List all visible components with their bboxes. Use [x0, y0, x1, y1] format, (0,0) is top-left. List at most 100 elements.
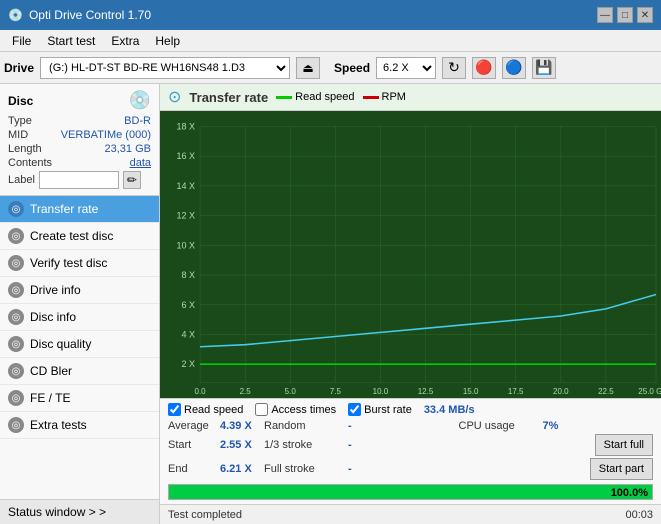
read-speed-checkbox-label[interactable]: Read speed [168, 403, 243, 416]
nav-transfer-rate[interactable]: ◎ Transfer rate [0, 196, 159, 223]
svg-text:10.0: 10.0 [373, 387, 389, 396]
svg-text:20.0: 20.0 [553, 387, 569, 396]
chart-title: Transfer rate [189, 90, 268, 105]
speed-select[interactable]: 6.2 X Max 4 X 2 X [376, 57, 436, 79]
nav-fe-te[interactable]: ◎ FE / TE [0, 385, 159, 412]
start-full-button[interactable]: Start full [595, 434, 653, 456]
status-window-label: Status window > > [8, 505, 106, 519]
start-part-button[interactable]: Start part [590, 458, 653, 480]
svg-text:6 X: 6 X [182, 300, 196, 310]
nav-verify-test-disc[interactable]: ◎ Verify test disc [0, 250, 159, 277]
stats-row-3: End 6.21 X Full stroke - Start part [168, 458, 653, 480]
transfer-rate-chart: 18 X 16 X 14 X 12 X 10 X 8 X 6 X 4 X 2 X… [160, 111, 661, 398]
svg-text:15.0: 15.0 [463, 387, 479, 396]
svg-text:16 X: 16 X [177, 151, 196, 161]
menu-start-test[interactable]: Start test [39, 32, 103, 50]
disc-title: Disc [8, 94, 33, 108]
progress-text: 100.0% [611, 485, 648, 501]
nav-disc-quality-label: Disc quality [30, 337, 91, 351]
progress-bar-fill [169, 485, 652, 499]
cpu-value: 7% [543, 420, 559, 432]
disc-icon: 💿 [129, 90, 151, 111]
nav-disc-info-label: Disc info [30, 310, 76, 324]
nav-verify-test-label: Verify test disc [30, 256, 107, 270]
mid-value: VERBATIMe (000) [61, 129, 151, 141]
random-label: Random [264, 420, 344, 432]
svg-text:0.0: 0.0 [195, 387, 207, 396]
svg-text:17.5: 17.5 [508, 387, 524, 396]
nav-drive-info[interactable]: ◎ Drive info [0, 277, 159, 304]
burst-rate-checkbox-label[interactable]: Burst rate [348, 403, 412, 416]
average-label: Average [168, 420, 216, 432]
nav-cd-bler-label: CD Bler [30, 364, 72, 378]
random-value: - [348, 420, 378, 432]
svg-text:18 X: 18 X [177, 121, 196, 131]
main-layout: Disc 💿 Type BD-R MID VERBATIMe (000) Len… [0, 84, 661, 524]
read-speed-cb-label: Read speed [184, 404, 243, 416]
svg-text:4 X: 4 X [182, 329, 196, 339]
svg-text:14 X: 14 X [177, 181, 196, 191]
burst-rate-cb-label: Burst rate [364, 404, 412, 416]
save-icon-button[interactable]: 💾 [532, 57, 556, 79]
nav-create-test-label: Create test disc [30, 229, 113, 243]
nav-cd-bler[interactable]: ◎ CD Bler [0, 358, 159, 385]
nav-create-test-disc[interactable]: ◎ Create test disc [0, 223, 159, 250]
read-speed-legend-label: Read speed [295, 91, 354, 103]
svg-text:8 X: 8 X [182, 270, 196, 280]
disc-quality-icon: ◎ [8, 336, 24, 352]
info-icon-button[interactable]: 🔵 [502, 57, 526, 79]
stats-row-2: Start 2.55 X 1/3 stroke - Start full [168, 434, 653, 456]
contents-value[interactable]: data [130, 157, 151, 169]
verify-test-icon: ◎ [8, 255, 24, 271]
sidebar: Disc 💿 Type BD-R MID VERBATIMe (000) Len… [0, 84, 160, 524]
end-value: 6.21 X [220, 463, 264, 475]
drive-info-icon: ◎ [8, 282, 24, 298]
menu-file[interactable]: File [4, 32, 39, 50]
average-value: 4.39 X [220, 420, 264, 432]
fe-te-icon: ◎ [8, 390, 24, 406]
rpm-legend-color [363, 96, 379, 99]
svg-text:10 X: 10 X [177, 240, 196, 250]
access-times-checkbox[interactable] [255, 403, 268, 416]
read-speed-legend-color [276, 96, 292, 99]
length-label: Length [8, 143, 42, 155]
status-bar: Test completed 00:03 [160, 504, 661, 524]
nav-disc-info[interactable]: ◎ Disc info [0, 304, 159, 331]
menu-extra[interactable]: Extra [103, 32, 147, 50]
status-time: 00:03 [625, 509, 653, 521]
burst-rate-checkbox[interactable] [348, 403, 361, 416]
label-input[interactable] [39, 171, 119, 189]
cd-bler-icon: ◎ [8, 363, 24, 379]
menu-help[interactable]: Help [147, 32, 188, 50]
nav-disc-quality[interactable]: ◎ Disc quality [0, 331, 159, 358]
burn-icon-button[interactable]: 🔴 [472, 57, 496, 79]
svg-text:5.0: 5.0 [285, 387, 297, 396]
minimize-button[interactable]: — [597, 7, 613, 23]
svg-text:12.5: 12.5 [418, 387, 434, 396]
maximize-button[interactable]: □ [617, 7, 633, 23]
transfer-rate-icon: ◎ [8, 201, 24, 217]
title-bar: 💿 Opti Drive Control 1.70 — □ ✕ [0, 0, 661, 30]
close-button[interactable]: ✕ [637, 7, 653, 23]
type-value: BD-R [124, 115, 151, 127]
read-speed-checkbox[interactable] [168, 403, 181, 416]
drive-label: Drive [4, 61, 34, 75]
drive-select[interactable]: (G:) HL-DT-ST BD-RE WH16NS48 1.D3 [40, 57, 290, 79]
full-stroke-value: - [348, 463, 378, 475]
svg-text:12 X: 12 X [177, 211, 196, 221]
content-area: ⊙ Transfer rate Read speed RPM [160, 84, 661, 524]
svg-text:25.0 GB: 25.0 GB [638, 387, 661, 396]
nav-items: ◎ Transfer rate ◎ Create test disc ◎ Ver… [0, 196, 159, 499]
type-label: Type [8, 115, 32, 127]
app-icon: 💿 [8, 8, 23, 22]
status-window-button[interactable]: Status window > > [0, 499, 159, 524]
svg-text:2.5: 2.5 [240, 387, 252, 396]
progress-bar-container: 100.0% [168, 484, 653, 500]
refresh-button[interactable]: ↻ [442, 57, 466, 79]
label-edit-button[interactable]: ✏ [123, 171, 141, 189]
eject-button[interactable]: ⏏ [296, 57, 320, 79]
nav-extra-tests[interactable]: ◎ Extra tests [0, 412, 159, 439]
nav-extra-tests-label: Extra tests [30, 418, 87, 432]
speed-label: Speed [334, 61, 370, 75]
access-times-checkbox-label[interactable]: Access times [255, 403, 336, 416]
